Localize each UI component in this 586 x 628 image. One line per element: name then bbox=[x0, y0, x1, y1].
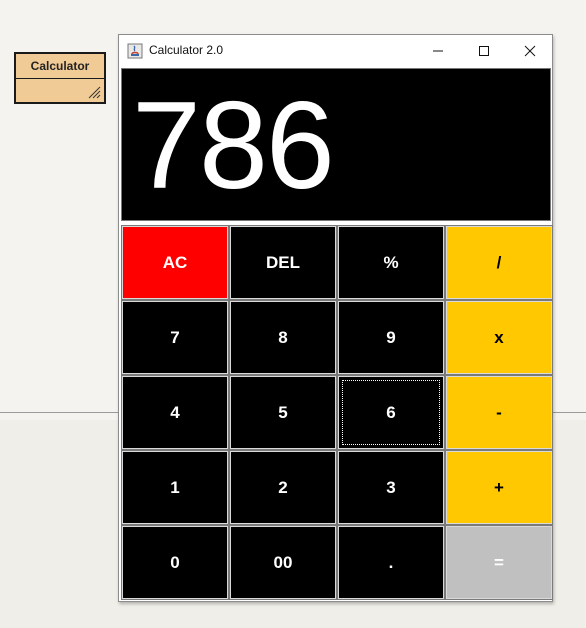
close-icon bbox=[524, 45, 536, 56]
minus-button-label: - bbox=[496, 402, 502, 422]
digit-9-label: 9 bbox=[386, 327, 396, 347]
maximize-icon bbox=[479, 45, 489, 56]
digit-2-label: 2 bbox=[278, 477, 288, 497]
display-value: 786 bbox=[132, 77, 335, 215]
digit-3-button[interactable]: 3 bbox=[337, 450, 445, 525]
percent-button[interactable]: % bbox=[337, 225, 445, 300]
digit-8-label: 8 bbox=[278, 327, 288, 347]
minus-button[interactable]: - bbox=[445, 375, 553, 450]
minimize-icon bbox=[433, 50, 443, 51]
divide-button-label: / bbox=[496, 252, 502, 272]
digit-6-button[interactable]: 6 bbox=[337, 375, 445, 450]
equals-button[interactable]: = bbox=[445, 525, 553, 600]
digit-7-label: 7 bbox=[170, 327, 180, 347]
resize-hatch-icon bbox=[88, 86, 101, 99]
digit-0-button[interactable]: 0 bbox=[121, 525, 229, 600]
clear-button-label: AC bbox=[162, 252, 188, 272]
digit-5-label: 5 bbox=[278, 402, 288, 422]
window-title: Calculator 2.0 bbox=[149, 43, 224, 57]
decimal-point-button[interactable]: . bbox=[337, 525, 445, 600]
percent-button-label: % bbox=[383, 252, 399, 272]
digit-6-label: 6 bbox=[386, 402, 396, 422]
result-display: 786 bbox=[121, 68, 551, 221]
delete-button[interactable]: DEL bbox=[229, 225, 337, 300]
class-box-name: Calculator bbox=[16, 54, 104, 79]
double-zero-label: 00 bbox=[273, 552, 293, 572]
decimal-point-label: . bbox=[388, 552, 394, 572]
multiply-button-label: x bbox=[494, 327, 504, 347]
digit-5-button[interactable]: 5 bbox=[229, 375, 337, 450]
double-zero-button[interactable]: 00 bbox=[229, 525, 337, 600]
digit-3-label: 3 bbox=[386, 477, 396, 497]
digit-1-button[interactable]: 1 bbox=[121, 450, 229, 525]
plus-button[interactable]: + bbox=[445, 450, 553, 525]
digit-8-button[interactable]: 8 bbox=[229, 300, 337, 375]
keypad: AC DEL % / 7 8 9 x 4 5 6 - 1 2 3 + 0 00 … bbox=[121, 225, 553, 600]
title-bar[interactable]: Calculator 2.0 bbox=[119, 35, 552, 66]
java-app-icon bbox=[127, 43, 143, 59]
calculator-window: Calculator 2.0 786 AC DEL % / 7 8 9 x 4 … bbox=[118, 34, 553, 602]
minimize-button[interactable] bbox=[415, 35, 461, 66]
multiply-button[interactable]: x bbox=[445, 300, 553, 375]
digit-4-label: 4 bbox=[170, 402, 180, 422]
class-box-calculator[interactable]: Calculator bbox=[14, 52, 106, 104]
digit-2-button[interactable]: 2 bbox=[229, 450, 337, 525]
delete-button-label: DEL bbox=[266, 252, 300, 272]
divide-button[interactable]: / bbox=[445, 225, 553, 300]
equals-button-label: = bbox=[494, 552, 504, 572]
digit-9-button[interactable]: 9 bbox=[337, 300, 445, 375]
maximize-button[interactable] bbox=[461, 35, 507, 66]
clear-button[interactable]: AC bbox=[121, 225, 229, 300]
digit-4-button[interactable]: 4 bbox=[121, 375, 229, 450]
digit-7-button[interactable]: 7 bbox=[121, 300, 229, 375]
digit-1-label: 1 bbox=[170, 477, 180, 497]
digit-0-label: 0 bbox=[170, 552, 180, 572]
plus-button-label: + bbox=[494, 477, 504, 497]
close-button[interactable] bbox=[507, 35, 553, 66]
